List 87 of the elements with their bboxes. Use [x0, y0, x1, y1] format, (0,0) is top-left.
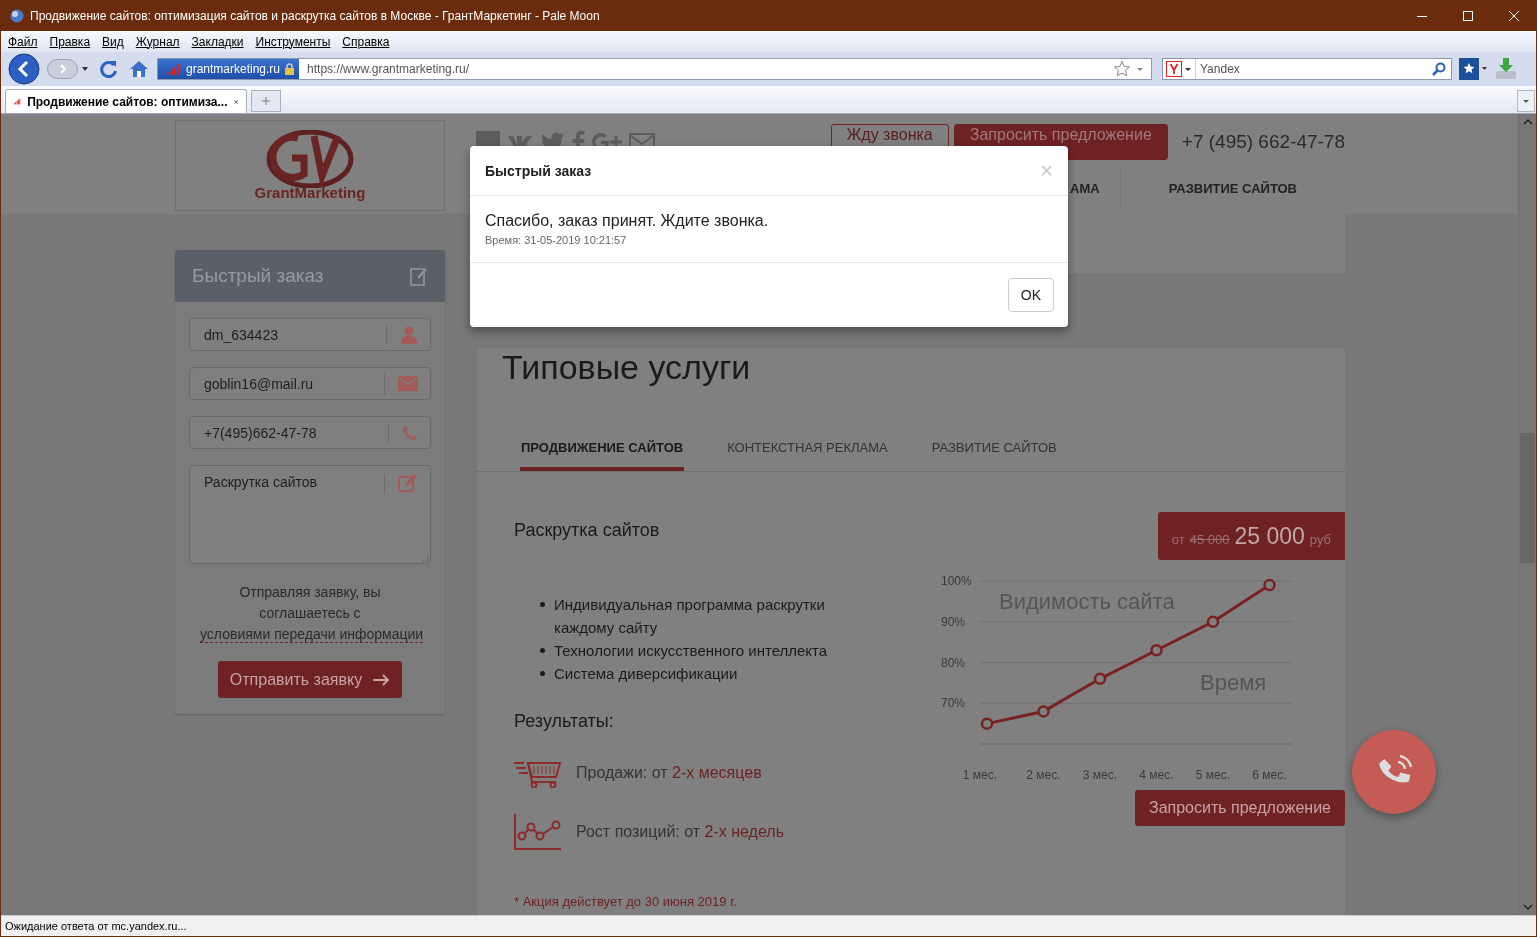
timestamp: Время: 31-05-2019 10:21:57: [485, 234, 628, 246]
back-button[interactable]: [7, 52, 41, 86]
person-icon: [400, 325, 418, 344]
result-text: Рост позиций: от 2-х недель: [576, 823, 784, 841]
phone-number: +7 (495) 662-47-78: [1181, 131, 1345, 153]
form-field[interactable]: Раскрутка сайтов: [189, 465, 431, 564]
forward-button[interactable]: [47, 57, 91, 81]
axis-tick-label: 2 мес.: [1026, 768, 1061, 782]
service-tab[interactable]: РАЗВИТИЕ САЙТОВ: [930, 436, 1058, 471]
bullet-icon: [540, 602, 545, 607]
terms-link[interactable]: условиями передачи информации: [200, 626, 424, 643]
scroll-thumb[interactable]: [1520, 433, 1535, 563]
axis-tick-label: 6 мес.: [1252, 768, 1287, 782]
line-chart-icon: [514, 814, 562, 850]
menu-item[interactable]: Правка: [49, 34, 91, 49]
nav-link[interactable]: РАЗВИТИЕ САЙТОВ: [1168, 180, 1297, 196]
bullet-icon: [540, 671, 545, 676]
url-text: https://www.grantmarketing.ru/: [306, 62, 471, 76]
menu-item[interactable]: Вид: [102, 34, 124, 49]
star-icon[interactable]: [1113, 60, 1131, 78]
letter-y-icon: [1166, 61, 1182, 77]
bookmarks-button[interactable]: [1458, 57, 1488, 81]
order-card-title: Быстрый заказ: [192, 265, 324, 287]
axis-tick-label: 5 мес.: [1195, 768, 1231, 782]
ok-button[interactable]: OK: [1007, 278, 1054, 312]
feature-item: Технологии искусственного интеллекта: [554, 641, 828, 661]
dropdown-icon: [1184, 65, 1192, 73]
logo-emblem-icon: [266, 130, 354, 188]
axis-tick-label: 90%: [941, 614, 966, 629]
menu-item[interactable]: Закладки: [191, 34, 244, 49]
section-title: Типовые услуги: [502, 348, 752, 387]
service-tab[interactable]: КОНТЕКСТНАЯ РЕКЛАМА: [726, 436, 889, 471]
axis-tick-label: 4 мес.: [1139, 768, 1174, 782]
promo-note: * Акция действует до 30 июня 2019 г.: [514, 894, 738, 909]
results-heading: Результаты:: [514, 711, 615, 732]
service-name: Раскрутка сайтов: [514, 520, 661, 541]
search-input[interactable]: Yandex: [1196, 61, 1431, 77]
scrollbar[interactable]: [1518, 114, 1536, 915]
menu-item[interactable]: Журнал: [135, 34, 180, 49]
dialog-title: Быстрый заказ: [485, 162, 592, 179]
submit-button[interactable]: Отправить заявку: [217, 661, 403, 698]
status-text: Ожидание ответа от mc.yandex.ru...: [5, 920, 187, 932]
axis-tick-label: 1 мес.: [962, 768, 998, 782]
result-text: Продажи: от 2-х месяцев: [576, 764, 762, 782]
data-point: [1206, 615, 1220, 628]
envelope-icon: [398, 376, 418, 391]
data-point: [1150, 644, 1163, 657]
phone-icon: [402, 424, 418, 441]
window-title: Продвижение сайтов: оптимизация сайтов и раскрутка сайтов в Москве - ГрантМаркетинг - Pale Moon: [30, 8, 601, 23]
call-button[interactable]: [1352, 730, 1436, 814]
service-tab[interactable]: ПРОДВИЖЕНИЕ САЙТОВ: [520, 436, 685, 471]
arrow-right-icon: [372, 673, 391, 686]
axis-tick-label: 80%: [941, 655, 966, 670]
edit-icon: [398, 474, 418, 492]
search-field[interactable]: Yandex: [1162, 58, 1452, 80]
search-icon[interactable]: [1431, 61, 1447, 77]
data-point: [1037, 705, 1050, 718]
address-bar[interactable]: grantmarketing.ru https://www.grantmarketing.ru/: [157, 58, 1152, 80]
site-identity-button[interactable]: grantmarketing.ru: [158, 59, 300, 79]
browser-globe-icon: [10, 8, 24, 23]
data-point: [1093, 672, 1107, 686]
axis-tick-label: 3 мес.: [1082, 768, 1118, 782]
request-offer-button[interactable]: Запросить предложение: [1134, 790, 1345, 826]
lock-icon: [284, 63, 296, 75]
search-engine-button[interactable]: [1163, 59, 1196, 79]
menu-item[interactable]: Справка: [342, 34, 390, 49]
price-badge: от 45 000 25 000 руб: [1157, 512, 1345, 560]
bullet-icon: [540, 648, 545, 653]
dialog-message: Спасибо, заказ принят. Ждите звонка.: [485, 212, 770, 230]
browser-tab[interactable]: Продвижение сайтов: оптимиза...: [5, 89, 247, 113]
axis-tick-label: 100%: [941, 574, 972, 588]
form-field[interactable]: dm_634423: [189, 318, 431, 351]
feature-item: Индивидуальная программа раскрутки каждому сайту: [554, 595, 826, 638]
download-icon[interactable]: [1494, 57, 1518, 81]
tab-list-dropdown[interactable]: [1517, 90, 1535, 112]
data-point: [1263, 578, 1276, 592]
data-point: [980, 717, 994, 730]
form-field[interactable]: +7(495)662-47-78: [189, 416, 431, 449]
nav-link[interactable]: АМА: [1070, 165, 1121, 211]
edit-icon: [410, 266, 428, 286]
site-logo[interactable]: GrantMarketing: [175, 120, 445, 211]
menu-item[interactable]: Файл: [8, 34, 38, 49]
signal-bars-icon: [168, 63, 182, 75]
menu-item[interactable]: Инструменты: [255, 34, 331, 49]
axis-tick-label: 70%: [941, 696, 966, 711]
form-field[interactable]: goblin16@mail.ru: [189, 367, 431, 400]
feature-item: Система диверсификации: [554, 664, 738, 684]
